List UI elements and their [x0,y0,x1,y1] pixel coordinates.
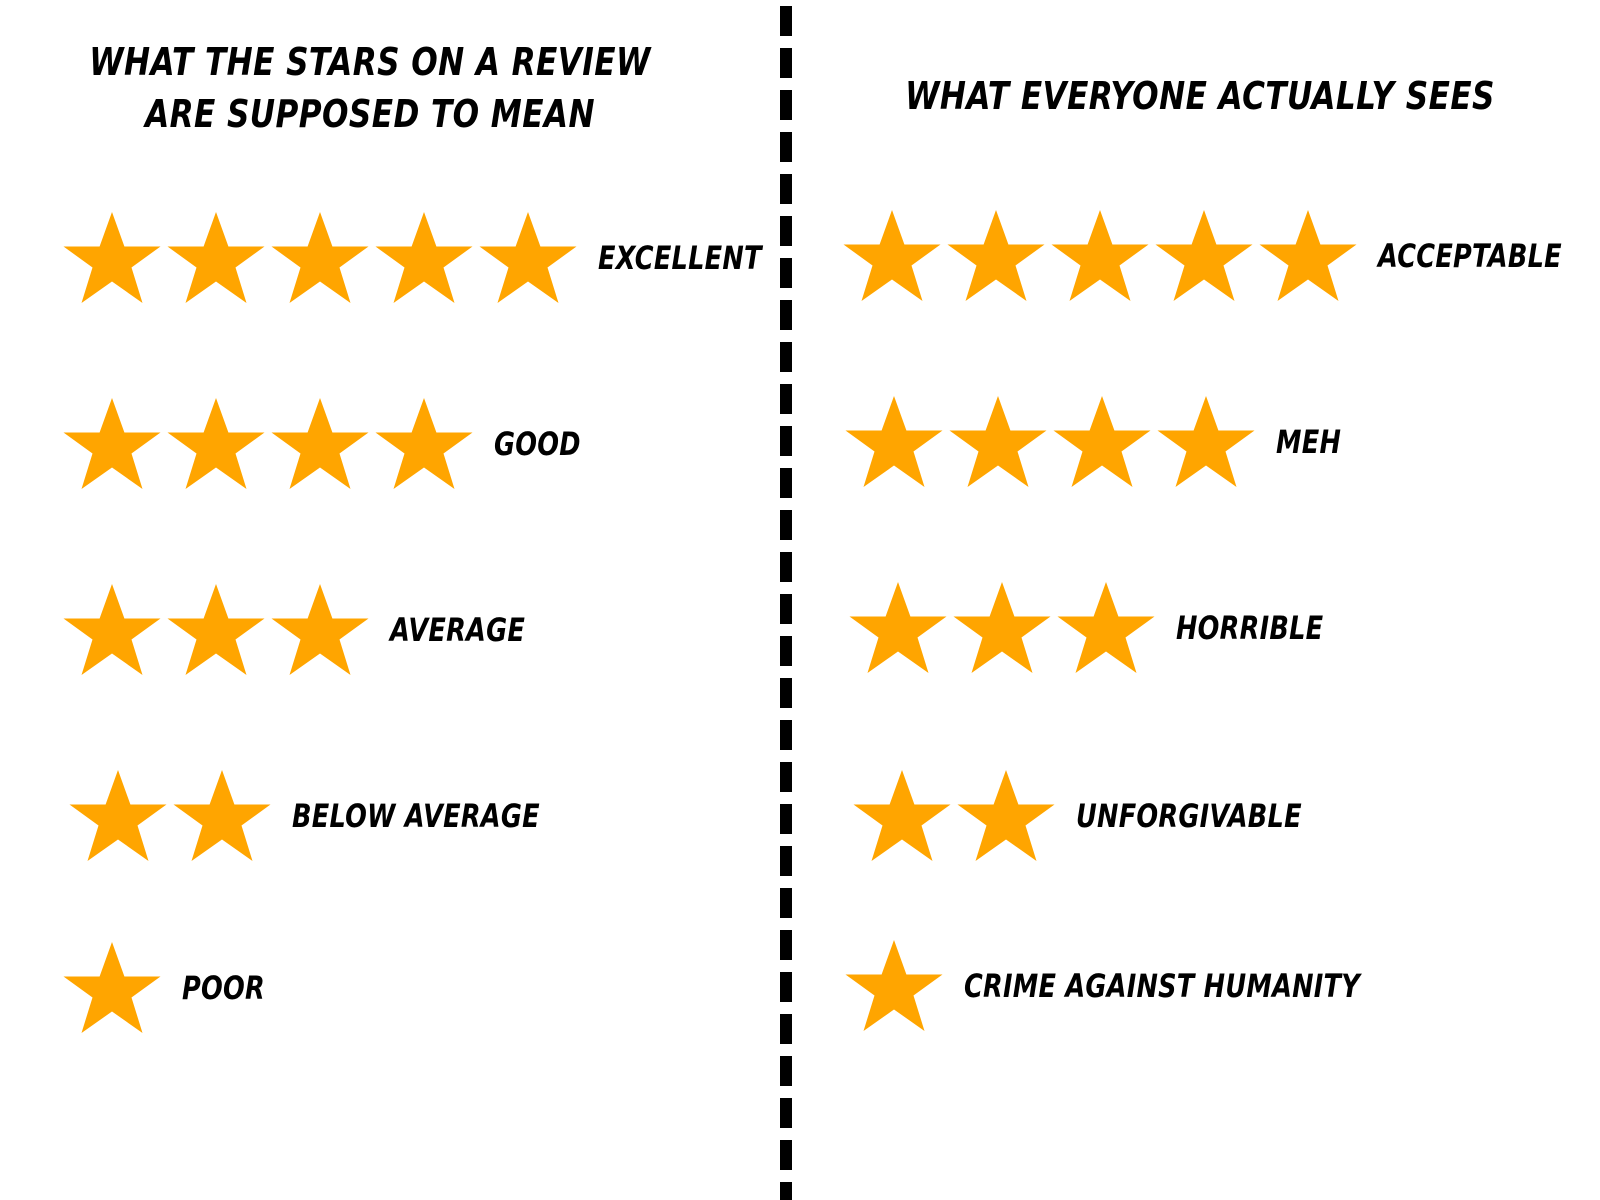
star-group [60,580,372,680]
left-panel: What the stars on a review are supposed … [0,0,780,1200]
star-icon [842,392,946,492]
star-icon [268,208,372,308]
star-group [842,936,946,1036]
star-icon [60,394,164,494]
star-icon [1256,206,1360,306]
left-title: What the stars on a review are supposed … [67,36,674,140]
rating-label: Below average [292,797,540,835]
star-icon [840,206,944,306]
rating-label: Horrible [1176,609,1324,647]
rating-label: Acceptable [1378,237,1562,275]
star-icon [1048,206,1152,306]
star-icon [846,578,950,678]
left-rating-row: Average [60,580,559,680]
left-title-line1: What the stars on a review [89,40,651,84]
left-rating-row: Below average [66,766,602,866]
star-icon [372,208,476,308]
right-rating-row: Acceptable [840,206,1600,306]
left-rating-row: Poor [60,938,286,1038]
star-icon [60,938,164,1038]
star-group [846,578,1158,678]
star-icon [268,580,372,680]
left-rating-row: Good [60,394,602,494]
rating-label: Good [494,425,581,463]
star-icon [1154,392,1258,492]
star-icon [1050,392,1154,492]
left-title-line2: are supposed to mean [145,92,595,136]
star-icon [372,394,476,494]
star-icon [850,766,954,866]
right-rating-row: Meh [842,392,1357,492]
rating-label: Unforgivable [1076,797,1302,835]
star-group [66,766,274,866]
rating-label: Crime against humanity [964,967,1361,1005]
star-icon [268,394,372,494]
star-icon [476,208,580,308]
star-group [840,206,1360,306]
star-group [60,938,164,1038]
dashed-divider [780,6,792,1200]
star-icon [164,394,268,494]
star-icon [1152,206,1256,306]
star-icon [66,766,170,866]
star-icon [1054,578,1158,678]
star-icon [164,208,268,308]
star-icon [954,766,1058,866]
star-icon [842,936,946,1036]
right-rating-row: Horrible [846,578,1360,678]
rating-label: Meh [1276,423,1342,461]
star-icon [164,580,268,680]
right-title: What everyone actually sees [905,74,1495,118]
star-icon [170,766,274,866]
star-group [850,766,1058,866]
star-group [60,394,476,494]
rating-label: Excellent [598,239,762,277]
right-panel: What everyone actually sees Acceptable M… [800,0,1600,1200]
star-icon [950,578,1054,678]
right-rating-row: Crime against humanity [842,936,1459,1036]
rating-label: Poor [182,969,265,1007]
right-rating-row: Unforgivable [850,766,1358,866]
left-rating-row: Excellent [60,208,803,308]
star-group [60,208,580,308]
star-icon [946,392,1050,492]
star-group [842,392,1258,492]
star-icon [60,580,164,680]
star-icon [944,206,1048,306]
star-icon [60,208,164,308]
rating-label: Average [390,611,526,649]
